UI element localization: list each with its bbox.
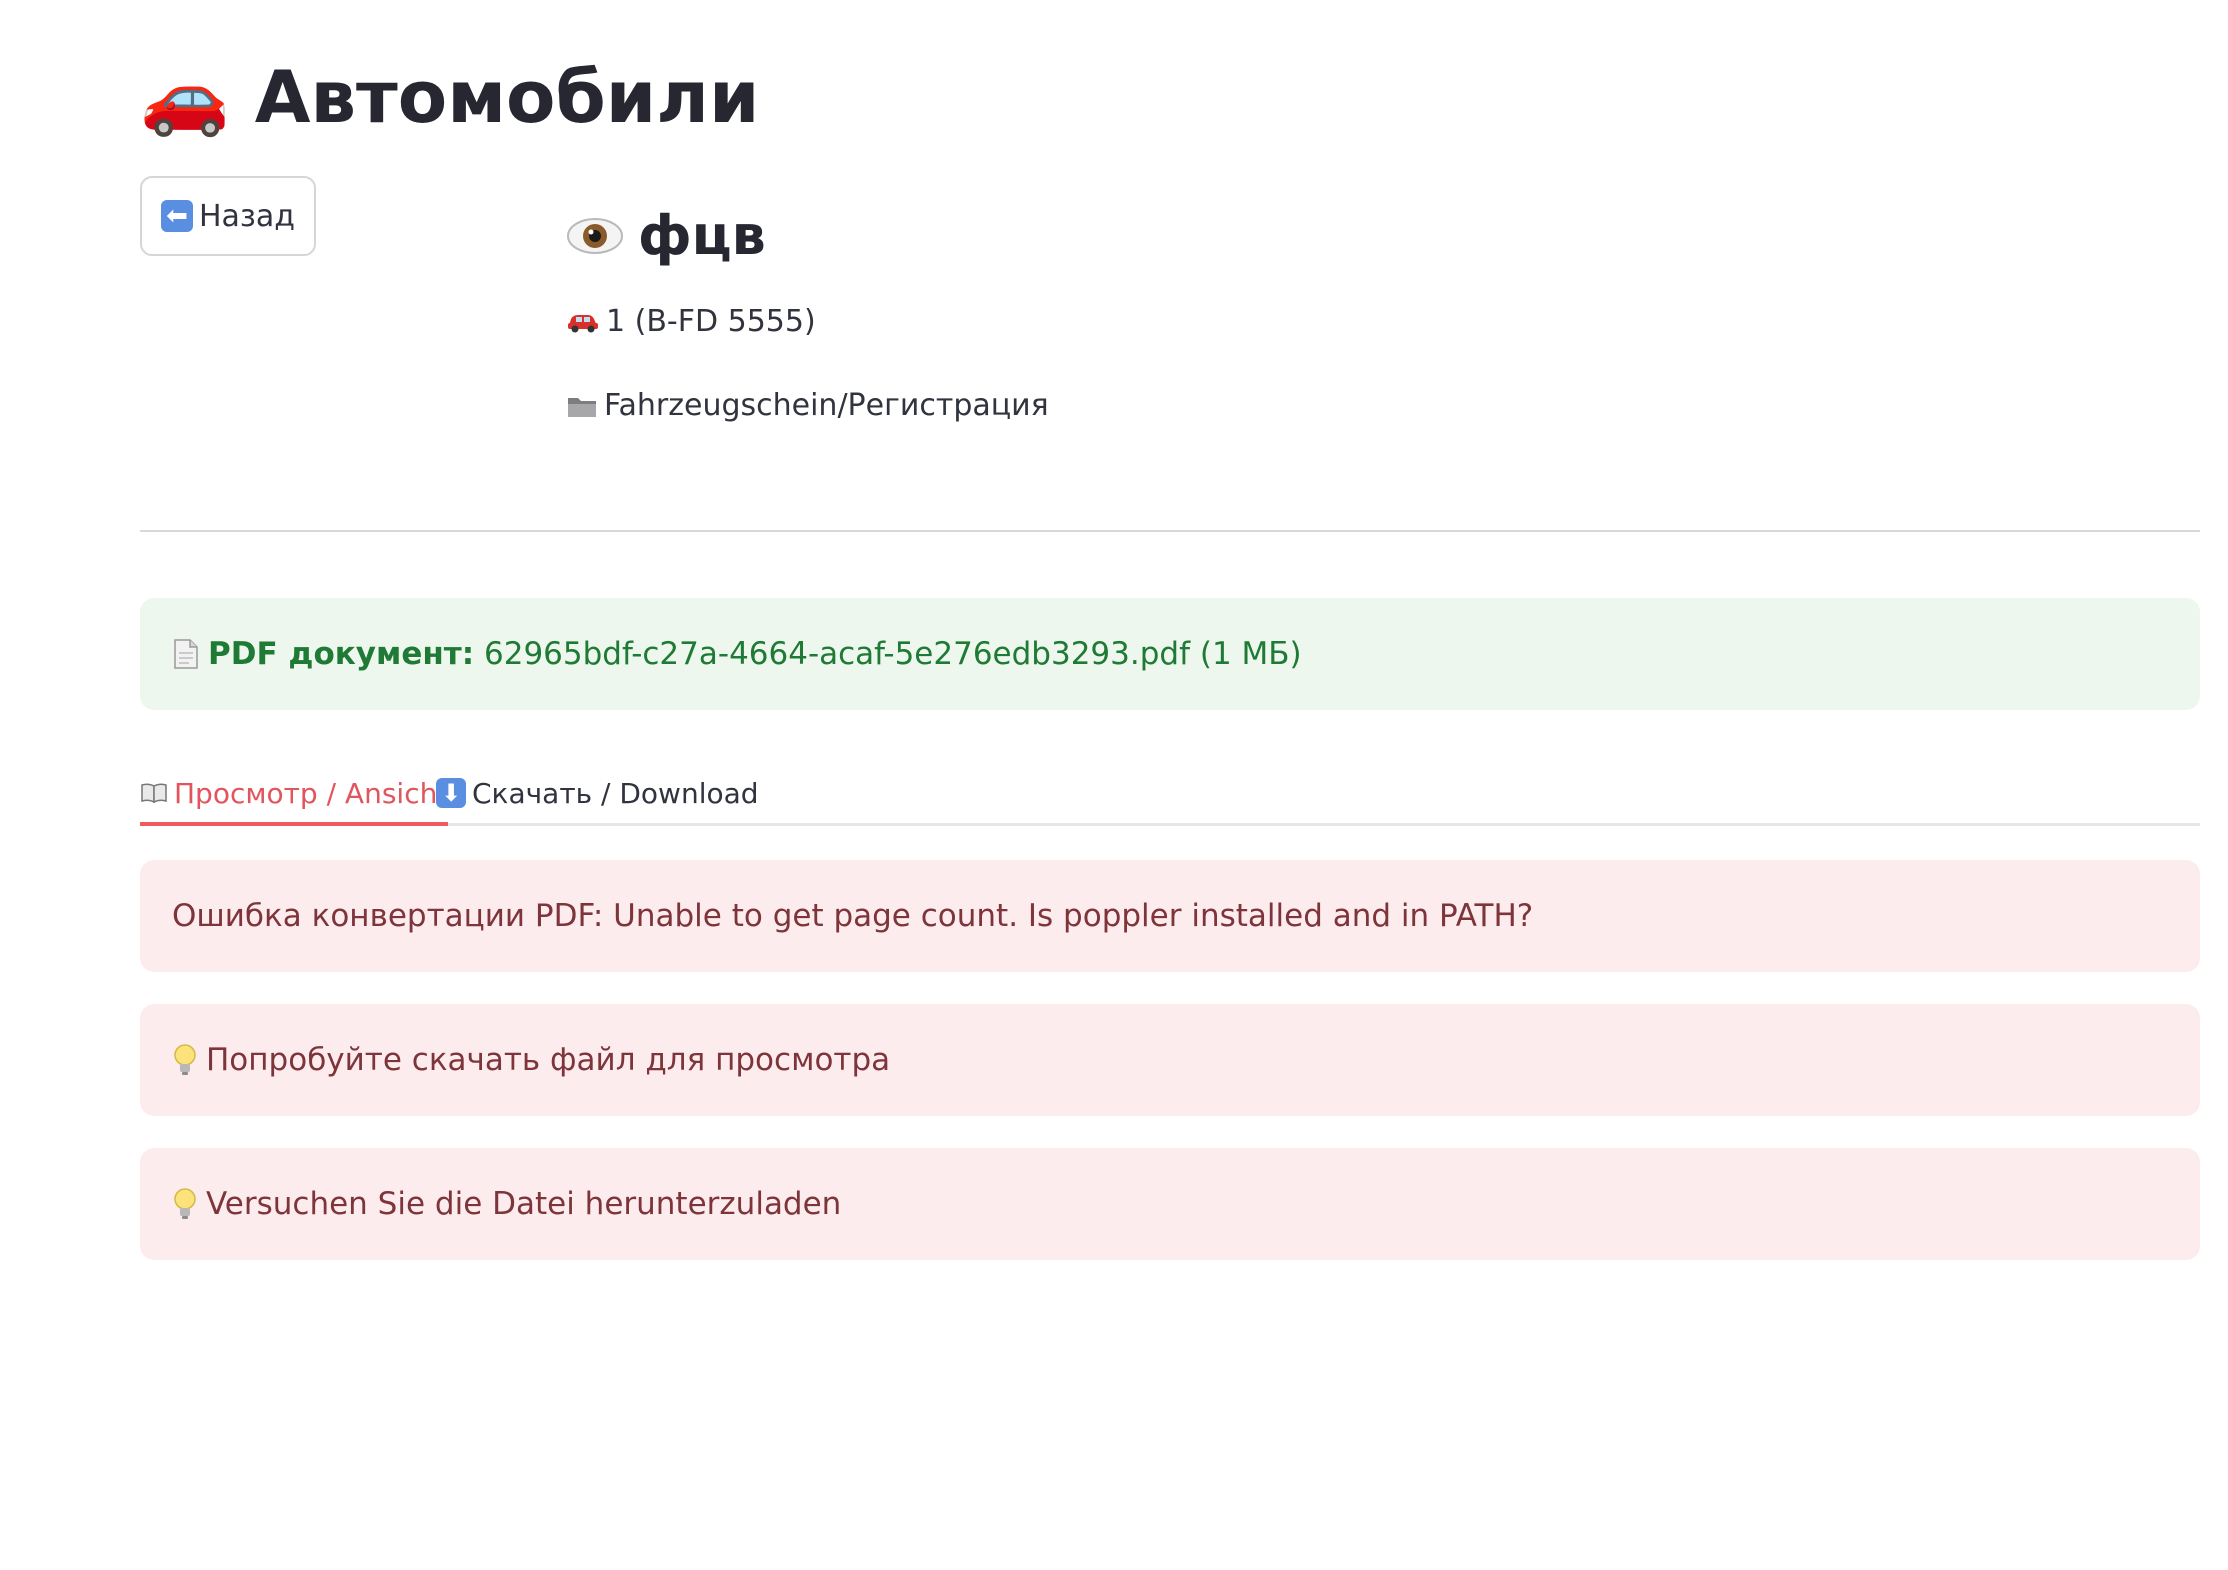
- hint-message-de: Versuchen Sie die Datei herunterzuladen: [206, 1186, 842, 1222]
- vehicle-info: 1 (B-FD 5555): [566, 304, 816, 339]
- document-title: фцв: [638, 204, 766, 267]
- hint-alert-de: Versuchen Sie die Datei herunterzuladen: [140, 1148, 2200, 1260]
- error-alert: Ошибка конвертации PDF: Unable to get pa…: [140, 860, 2200, 972]
- page-title: 🚗 Автомобили: [140, 55, 760, 139]
- car-icon: [568, 314, 598, 332]
- tab-download[interactable]: ⬇ Скачать / Download: [436, 760, 759, 826]
- eye-icon: [567, 218, 623, 254]
- pdf-info-alert: PDF документ: 62965bdf-c27a-4664-acaf-5e…: [140, 598, 2200, 710]
- hint-message-ru: Попробуйте скачать файл для просмотра: [206, 1042, 891, 1078]
- back-button-label: Назад: [198, 198, 296, 234]
- left-arrow-icon: ⬅: [160, 200, 193, 232]
- book-icon: [141, 783, 167, 804]
- tab-download-label: Скачать / Download: [472, 776, 759, 810]
- category-label: Fahrzeugschein/Регистрация: [604, 388, 1049, 423]
- page-icon: [174, 639, 198, 669]
- vehicle-label: 1 (B-FD 5555): [606, 304, 816, 339]
- bulb-icon: [174, 1044, 196, 1075]
- tab-view[interactable]: Просмотр / Ansicht: [140, 760, 449, 826]
- bulb-icon: [174, 1188, 196, 1219]
- document-title-heading: фцв: [566, 196, 766, 276]
- tab-bar: Просмотр / Ansicht ⬇ Скачать / Download: [140, 760, 2200, 826]
- down-arrow-icon: ⬇: [436, 778, 466, 808]
- category-info: Fahrzeugschein/Регистрация: [566, 388, 1049, 423]
- section-divider: [140, 530, 2200, 532]
- hint-alert-ru: Попробуйте скачать файл для просмотра: [140, 1004, 2200, 1116]
- pdf-filename: 62965bdf-c27a-4664-acaf-5e276edb3293.pdf…: [484, 636, 1302, 672]
- tab-view-label: Просмотр / Ansicht: [174, 776, 449, 810]
- folder-icon: [568, 397, 596, 417]
- back-button[interactable]: ⬅ Назад: [140, 176, 316, 256]
- error-message: Ошибка конвертации PDF: Unable to get pa…: [172, 898, 1534, 934]
- pdf-label: PDF документ:: [208, 636, 475, 672]
